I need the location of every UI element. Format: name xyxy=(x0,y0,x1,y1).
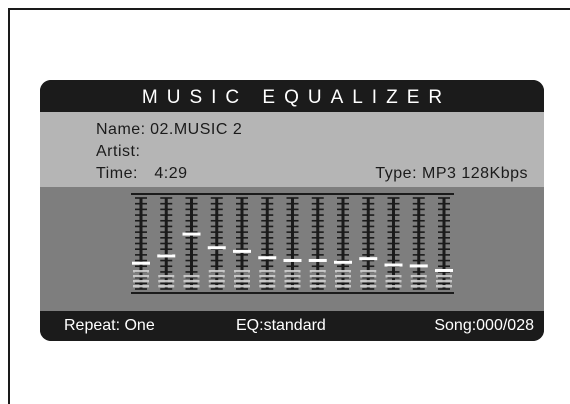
eq-level-segment xyxy=(284,275,301,278)
eq-level-segment xyxy=(360,280,377,283)
name-label: Name: xyxy=(96,121,146,138)
eq-level-segment xyxy=(309,280,326,283)
eq-peak-marker xyxy=(334,260,352,264)
eq-level-segment xyxy=(360,270,377,273)
eq-level-segment xyxy=(309,285,326,288)
eq-level-segment xyxy=(385,285,402,288)
eq-peak-marker xyxy=(359,257,378,261)
eq-level-segment xyxy=(183,285,200,288)
eq-level-segment xyxy=(284,280,301,283)
eq-peak-marker xyxy=(182,232,201,236)
eq-level-segment xyxy=(158,280,175,283)
eq-level-segment xyxy=(309,275,326,278)
eq-level-segment xyxy=(208,280,225,283)
track-info-panel: Name: 02.MUSIC 2 Artist: Time: 4:29 Type… xyxy=(40,112,544,187)
eq-level-segment xyxy=(284,285,301,288)
eq-level-segment xyxy=(436,280,452,283)
eq-level-segment xyxy=(335,280,351,283)
eq-level-segment xyxy=(183,280,200,283)
eq-level-segment xyxy=(335,285,351,288)
eq-level-segment xyxy=(133,270,149,273)
song-counter: Song:000/028 xyxy=(434,317,534,334)
eq-level-segment xyxy=(259,280,276,283)
eq-level-segment xyxy=(410,280,427,283)
eq-level-segment xyxy=(309,270,326,273)
eq-peak-marker xyxy=(233,249,251,253)
eq-level-segment xyxy=(284,270,301,273)
eq-level-segment xyxy=(410,285,427,288)
eq-level-segment xyxy=(158,285,175,288)
eq-level-segment xyxy=(259,275,276,278)
eq-level-segment xyxy=(335,275,351,278)
eq-peak-marker xyxy=(157,254,176,258)
eq-peak-marker xyxy=(283,258,302,262)
equalizer-graphic xyxy=(131,193,454,294)
eq-level-segment xyxy=(360,285,377,288)
name-row: Name: 02.MUSIC 2 xyxy=(96,120,242,140)
eq-level-segment xyxy=(259,270,276,273)
eq-preset-status: EQ:standard xyxy=(236,317,326,334)
time-row: Time: 4:29 xyxy=(96,164,188,184)
eq-level-segment xyxy=(385,275,402,278)
eq-peak-marker xyxy=(384,263,403,267)
eq-level-segment xyxy=(234,280,250,283)
eq-level-segment xyxy=(436,285,452,288)
equalizer-panel xyxy=(40,187,544,311)
eq-level-segment xyxy=(234,275,250,278)
repeat-status: Repeat: One xyxy=(64,317,155,334)
music-equalizer-screen: MUSIC EQUALIZER Name: 02.MUSIC 2 Artist:… xyxy=(40,80,544,341)
eq-level-segment xyxy=(133,280,149,283)
type-row: Type: MP3 128Kbps xyxy=(375,164,528,184)
eq-level-segment xyxy=(133,285,149,288)
type-value: MP3 128Kbps xyxy=(421,165,528,182)
eq-peak-marker xyxy=(258,256,277,260)
artist-row: Artist: xyxy=(96,142,140,162)
name-value: 02.MUSIC 2 xyxy=(150,121,243,138)
eq-level-segment xyxy=(133,275,149,278)
type-label: Type: xyxy=(375,165,418,182)
eq-level-segment xyxy=(436,275,452,278)
eq-peak-marker xyxy=(435,268,453,272)
eq-level-segment xyxy=(183,275,200,278)
status-bar: Repeat: One EQ:standard Song:000/028 xyxy=(40,311,544,341)
eq-level-segment xyxy=(335,270,351,273)
time-label: Time: xyxy=(96,165,138,182)
eq-level-segment xyxy=(410,275,427,278)
eq-peak-marker xyxy=(308,258,327,262)
eq-level-segment xyxy=(208,275,225,278)
eq-level-segment xyxy=(158,275,175,278)
eq-level-segment xyxy=(208,285,225,288)
eq-peak-marker xyxy=(409,264,428,268)
eq-level-segment xyxy=(234,285,250,288)
time-value: 4:29 xyxy=(154,165,188,182)
eq-level-segment xyxy=(385,280,402,283)
eq-peak-marker xyxy=(132,261,150,265)
eq-level-segment xyxy=(259,285,276,288)
eq-level-segment xyxy=(234,270,250,273)
eq-level-segment xyxy=(360,275,377,278)
artist-label: Artist: xyxy=(96,143,141,160)
screen-title: MUSIC EQUALIZER xyxy=(40,80,544,112)
eq-level-segment xyxy=(208,270,225,273)
eq-peak-marker xyxy=(207,246,226,250)
